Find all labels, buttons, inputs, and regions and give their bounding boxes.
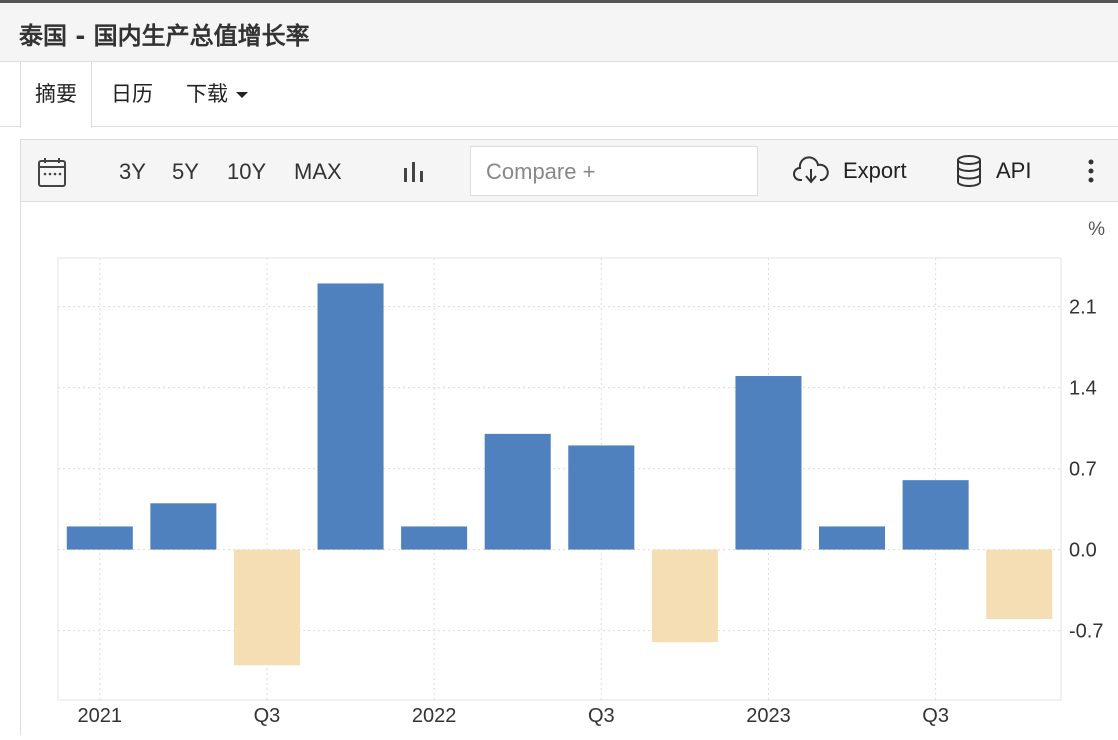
compare-input[interactable]: Compare +: [470, 146, 758, 196]
bar: [986, 549, 1053, 620]
y-tick-label: 0.7: [1069, 459, 1097, 481]
unit-label: %: [1088, 219, 1105, 240]
plot-frame: [57, 257, 1062, 701]
y-tick-label: 1.4: [1069, 378, 1097, 400]
bar: [568, 445, 635, 550]
bar: [401, 526, 468, 550]
bar: [150, 503, 217, 550]
x-tick-label: 2023: [746, 705, 791, 727]
database-icon[interactable]: [955, 154, 983, 193]
bar: [902, 480, 969, 550]
api-button[interactable]: API: [996, 158, 1031, 184]
more-vertical-icon[interactable]: [1083, 158, 1099, 189]
x-tick-label: 2021: [78, 705, 123, 727]
tab-calendar[interactable]: 日历: [111, 62, 153, 127]
bar: [735, 376, 802, 550]
range-10y-button[interactable]: 10Y: [227, 159, 266, 185]
tab-calendar-label: 日历: [111, 82, 153, 106]
compare-placeholder: Compare +: [486, 159, 596, 184]
chart-toolbar: 3Y 5Y 10Y MAX Compare + Export API: [20, 139, 1118, 202]
y-tick-label: 0.0: [1069, 540, 1097, 562]
tab-summary-label: 摘要: [35, 82, 77, 106]
tab-download[interactable]: 下载: [186, 62, 248, 127]
export-button[interactable]: Export: [843, 158, 907, 184]
bar-chart: 2.1 1.4 0.7 0.0 -0.7 2021 Q3 2022 Q3 2023 Q3%: [57, 219, 1105, 727]
x-tick-label: Q3: [922, 705, 949, 727]
y-tick-label: 2.1: [1069, 297, 1097, 319]
caret-down-icon: [236, 92, 248, 98]
range-3y-button[interactable]: 3Y: [119, 159, 146, 185]
x-tick-label: Q3: [254, 705, 281, 727]
calendar-icon[interactable]: [37, 156, 67, 193]
cloud-download-icon[interactable]: [792, 156, 830, 191]
bar: [66, 526, 133, 550]
tab-download-label: 下载: [186, 82, 228, 106]
bar: [484, 433, 551, 550]
y-tick-label: -0.7: [1069, 621, 1103, 643]
bar: [233, 549, 300, 666]
tab-summary[interactable]: 摘要: [20, 62, 92, 128]
page-title: 泰国 - 国内生产总值增长率: [19, 22, 310, 50]
bar: [651, 549, 718, 643]
chart-area: 2.1 1.4 0.7 0.0 -0.7 2021 Q3 2022 Q3 2023 Q3%: [20, 202, 1118, 735]
range-max-button[interactable]: MAX: [294, 159, 342, 185]
x-tick-label: 2022: [412, 705, 457, 727]
bar-chart-icon[interactable]: [401, 158, 427, 189]
bar: [317, 283, 384, 550]
bar: [819, 526, 886, 550]
range-5y-button[interactable]: 5Y: [172, 159, 199, 185]
title-bar: 泰国 - 国内生产总值增长率: [0, 3, 1118, 62]
tab-bar: 摘要 日历 下载: [0, 62, 1118, 128]
x-tick-label: Q3: [588, 705, 615, 727]
